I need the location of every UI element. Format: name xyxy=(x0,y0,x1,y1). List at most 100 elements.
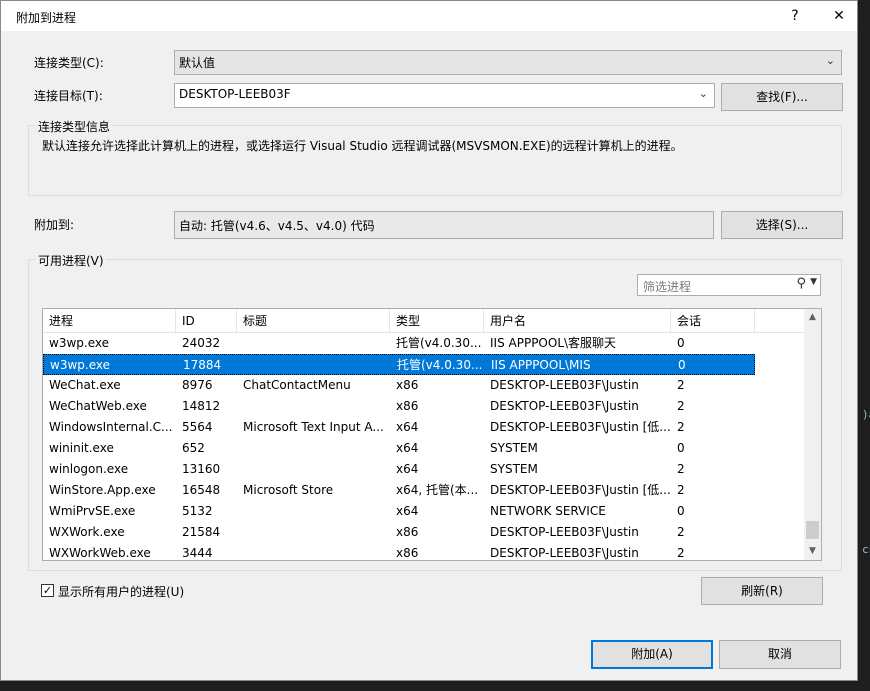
cell-id: 21584 xyxy=(182,525,221,539)
filter-processes-input[interactable]: 筛选进程 ⚲ ▼ xyxy=(637,274,821,296)
connection-info-group xyxy=(28,125,842,196)
column-header-process[interactable]: 进程 xyxy=(43,309,176,333)
cell-process: wininit.exe xyxy=(49,441,114,455)
filter-placeholder: 筛选进程 xyxy=(643,280,692,294)
cell-id: 8976 xyxy=(182,378,213,392)
cell-process: w3wp.exe xyxy=(50,358,110,372)
cell-title xyxy=(237,522,390,543)
process-row[interactable]: WeChat.exe 8976 ChatContactMenu x86 DESKTOP-… xyxy=(43,375,755,396)
cell-type: x86 xyxy=(396,546,419,560)
cell-title xyxy=(237,438,390,459)
show-all-users-label[interactable]: 显示所有用户的进程(U) xyxy=(58,583,184,600)
cell-title: Microsoft Text Input A... xyxy=(243,420,384,434)
process-list-header: 进程 ID 标题 类型 用户名 会话 xyxy=(43,309,807,333)
attach-to-label: 附加到: xyxy=(34,218,75,232)
cell-id: 3444 xyxy=(182,546,213,560)
cell-type: x86 xyxy=(396,525,419,539)
cell-process: winlogon.exe xyxy=(49,462,129,476)
show-all-users-checkbox[interactable]: ✓ xyxy=(41,584,54,597)
select-code-type-button[interactable]: 选择(S)... xyxy=(721,211,843,239)
cell-title xyxy=(237,396,390,417)
attach-button[interactable]: 附加(A) xyxy=(591,640,713,669)
column-header-id[interactable]: ID xyxy=(176,309,237,333)
background-editor-text: )a xyxy=(862,408,870,421)
process-row[interactable]: WeChatWeb.exe 14812 x86 DESKTOP-LEEB03F\Jus… xyxy=(43,396,755,417)
help-button[interactable]: ? xyxy=(775,3,815,29)
process-row[interactable]: winlogon.exe 13160 x64 SYSTEM 2 xyxy=(43,459,755,480)
connection-target-input[interactable]: DESKTOP-LEEB03F ⌄ xyxy=(174,83,715,108)
cell-type: x64 xyxy=(396,504,419,518)
cell-type: x64 xyxy=(396,441,419,455)
cell-title xyxy=(238,355,391,376)
cell-id: 24032 xyxy=(182,336,221,350)
connection-info-title: 连接类型信息 xyxy=(36,118,113,135)
cell-process: WmiPrvSE.exe xyxy=(49,504,136,518)
connection-target-value: DESKTOP-LEEB03F xyxy=(179,87,291,101)
refresh-button[interactable]: 刷新(R) xyxy=(701,577,823,605)
cell-type: x64 xyxy=(396,420,419,434)
title-bar: 附加到进程 ? ✕ xyxy=(1,1,857,31)
connection-type-select[interactable]: 默认值 ⌄ xyxy=(174,50,842,75)
connection-type-value: 默认值 xyxy=(179,56,216,70)
cell-process: WinStore.App.exe xyxy=(49,483,156,497)
process-row[interactable]: WindowsInternal.C... 5564 Microsoft Text I… xyxy=(43,417,755,438)
process-row[interactable]: w3wp.exe 24032 托管(v4.0.30... IIS APPPOOL\客服… xyxy=(43,333,755,354)
process-row[interactable]: WinStore.App.exe 16548 Microsoft Store x64,… xyxy=(43,480,755,501)
process-row[interactable]: wininit.exe 652 x64 SYSTEM 0 xyxy=(43,438,755,459)
column-header-title[interactable]: 标题 xyxy=(237,309,390,333)
cell-title: ChatContactMenu xyxy=(243,378,351,392)
cell-id: 5132 xyxy=(182,504,213,518)
scroll-down-icon[interactable]: ▼ xyxy=(804,543,821,560)
process-list[interactable]: 进程 ID 标题 类型 用户名 会话 w3wp.exe 24032 托管(v4.0.… xyxy=(42,308,822,561)
cell-username: DESKTOP-LEEB03F\Justin [低... xyxy=(490,420,671,434)
attach-to-process-dialog: 附加到进程 ? ✕ 连接类型(C): 默认值 ⌄ 连接目标(T): DESKTO… xyxy=(0,0,858,681)
find-button[interactable]: 查找(F)... xyxy=(721,83,843,111)
column-header-type[interactable]: 类型 xyxy=(390,309,484,333)
chevron-down-icon[interactable]: ▼ xyxy=(810,277,817,287)
process-list-scrollbar[interactable]: ▲ ▼ xyxy=(804,309,821,560)
cell-username: DESKTOP-LEEB03F\Justin xyxy=(490,546,639,560)
cell-session: 2 xyxy=(677,525,685,539)
scrollbar-thumb[interactable] xyxy=(806,521,819,539)
cell-username: DESKTOP-LEEB03F\Justin xyxy=(490,399,639,413)
available-processes-title: 可用进程(V) xyxy=(36,252,106,269)
cell-id: 5564 xyxy=(182,420,213,434)
cell-session: 0 xyxy=(677,336,685,350)
cell-id: 652 xyxy=(182,441,205,455)
cell-username: DESKTOP-LEEB03F\Justin xyxy=(490,378,639,392)
chevron-down-icon[interactable]: ⌄ xyxy=(699,87,708,100)
cell-id: 14812 xyxy=(182,399,221,413)
scroll-up-icon[interactable]: ▲ xyxy=(804,309,821,326)
connection-target-label: 连接目标(T): xyxy=(34,89,103,103)
cell-title: Microsoft Store xyxy=(243,483,334,497)
cell-title xyxy=(237,543,390,560)
cell-title xyxy=(237,501,390,522)
attach-to-value: 自动: 托管(v4.6、v4.5、v4.0) 代码 xyxy=(174,211,714,239)
cell-username: DESKTOP-LEEB03F\Justin [低... xyxy=(490,483,671,497)
background-editor-text: ck xyxy=(862,543,870,556)
cell-username: IIS APPPOOL\客服聊天 xyxy=(490,336,617,350)
search-icon[interactable]: ⚲ xyxy=(796,276,806,291)
process-row[interactable]: WXWorkWeb.exe 3444 x86 DESKTOP-LEEB03F\Just… xyxy=(43,543,755,560)
column-header-session[interactable]: 会话 xyxy=(671,309,755,333)
cell-process: WXWorkWeb.exe xyxy=(49,546,151,560)
cell-session: 0 xyxy=(678,358,686,372)
cancel-button[interactable]: 取消 xyxy=(719,640,841,669)
cell-session: 0 xyxy=(677,504,685,518)
cell-title xyxy=(237,459,390,480)
cell-type: x86 xyxy=(396,399,419,413)
process-row[interactable]: w3wp.exe 17884 托管(v4.0.30... IIS APPPOOL\MI… xyxy=(43,354,755,375)
close-button[interactable]: ✕ xyxy=(819,3,859,29)
cell-id: 16548 xyxy=(182,483,221,497)
cell-type: 托管(v4.0.30... xyxy=(396,336,482,350)
cell-process: w3wp.exe xyxy=(49,336,109,350)
cell-username: IIS APPPOOL\MIS xyxy=(491,358,591,372)
process-row[interactable]: WmiPrvSE.exe 5132 x64 NETWORK SERVICE 0 xyxy=(43,501,755,522)
connection-info-text: 默认连接允许选择此计算机上的进程，或选择运行 Visual Studio 远程调… xyxy=(42,139,683,153)
cell-type: x64 xyxy=(396,462,419,476)
cell-session: 0 xyxy=(677,441,685,455)
column-header-username[interactable]: 用户名 xyxy=(484,309,671,333)
process-row[interactable]: WXWork.exe 21584 x86 DESKTOP-LEEB03F\Justin… xyxy=(43,522,755,543)
chevron-down-icon: ⌄ xyxy=(825,54,835,67)
cell-session: 2 xyxy=(677,483,685,497)
